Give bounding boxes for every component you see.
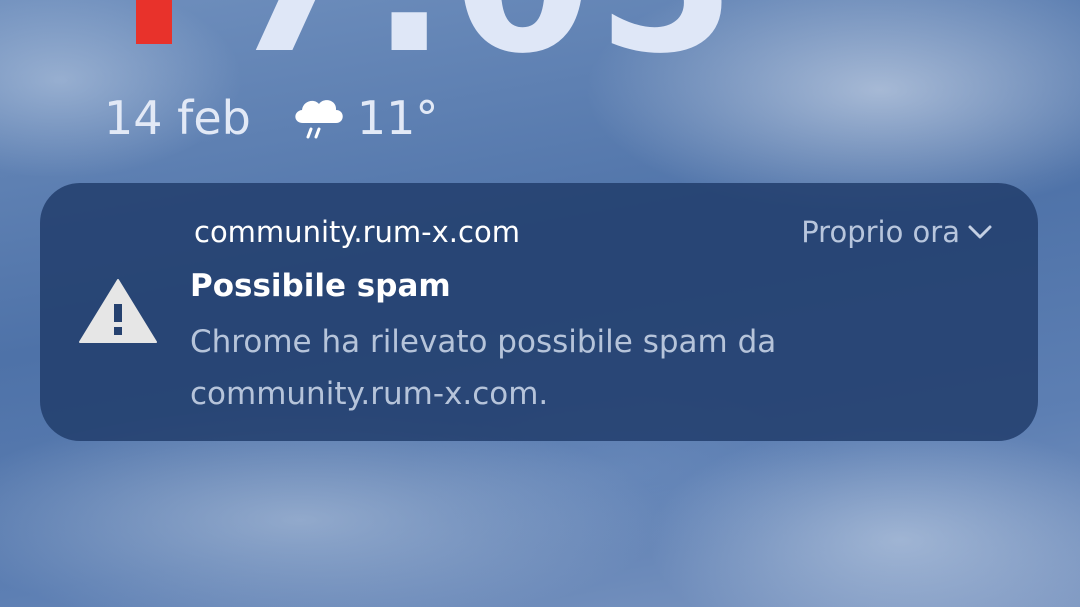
lockscreen-clock: 7:05 (0, 0, 1080, 60)
notification-time: Proprio ora (801, 215, 960, 249)
notification-source: community.rum-x.com (194, 215, 520, 249)
date-weather-row: 14 feb 11° (104, 88, 438, 148)
temperature-label: 11° (356, 91, 439, 145)
rain-cloud-icon (295, 100, 343, 139)
clock-accent-bar (136, 0, 172, 44)
notification-title: Possibile spam (190, 268, 451, 304)
notification-body: Chrome ha rilevato possibile spam da com… (190, 324, 777, 412)
clock-time: 7:05 (226, 0, 739, 60)
warning-icon (79, 279, 157, 343)
date-label: 14 feb (104, 91, 251, 145)
chevron-down-icon[interactable] (966, 220, 994, 244)
